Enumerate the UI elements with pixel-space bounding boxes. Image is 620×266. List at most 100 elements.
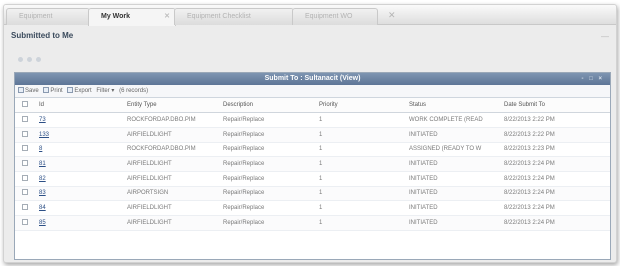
- cell-date: 8/22/2013 2:22 PM: [502, 127, 610, 143]
- cell-description: Repair/Replace: [221, 186, 317, 202]
- record-id-link[interactable]: 83: [39, 190, 46, 196]
- cell-id[interactable]: 83: [37, 186, 125, 202]
- record-count: (6 records): [119, 88, 149, 94]
- record-id-link[interactable]: 133: [39, 132, 49, 138]
- table-row[interactable]: 81 AIRFIELDLIGHT Repair/Replace 1 INITIATED 8…: [15, 156, 610, 172]
- header-row: Id Entity Type Description Priority Stat…: [15, 98, 610, 114]
- cell-entity-type: AIRFIELDLIGHT: [125, 200, 221, 216]
- cell-status: INITIATED: [407, 171, 502, 187]
- tab-equipment-wo[interactable]: Equipment WO: [292, 8, 378, 25]
- row-checkbox[interactable]: [15, 171, 37, 187]
- record-id-link[interactable]: 85: [39, 220, 46, 226]
- cell-date: 8/22/2013 2:24 PM: [502, 200, 610, 216]
- grid-toolbar: Save Print Export Filter ▾ (6 records): [15, 85, 610, 98]
- tab-label: Equipment WO: [305, 13, 353, 20]
- tab-equipment[interactable]: Equipment: [6, 8, 90, 25]
- row-checkbox[interactable]: [15, 127, 37, 143]
- cell-description: Repair/Replace: [221, 142, 317, 158]
- refresh-icon[interactable]: [18, 57, 23, 62]
- cell-priority: 1: [317, 156, 407, 172]
- save-label: Save: [25, 88, 39, 94]
- table-row[interactable]: 85 AIRFIELDLIGHT Repair/Replace 1 INITIATED 8…: [15, 215, 610, 231]
- cell-date: 8/22/2013 2:24 PM: [502, 186, 610, 202]
- submitted-grid: Submit To : Sultanacit (View) - □ × Save…: [14, 72, 611, 260]
- cell-status: INITIATED: [407, 215, 502, 231]
- save-button[interactable]: Save: [18, 87, 39, 94]
- cell-description: Repair/Replace: [221, 112, 317, 128]
- row-checkbox[interactable]: [15, 112, 37, 128]
- checkbox-icon[interactable]: [22, 189, 28, 196]
- cell-description: Repair/Replace: [221, 127, 317, 143]
- cell-priority: 1: [317, 112, 407, 128]
- tab-label: My Work: [101, 13, 131, 20]
- cell-date: 8/22/2013 2:24 PM: [502, 156, 610, 172]
- column-header-entity-type[interactable]: Entity Type: [125, 98, 221, 114]
- tab-equipment-checklist[interactable]: Equipment Checklist: [174, 8, 294, 25]
- cell-status: INITIATED: [407, 156, 502, 172]
- cell-entity-type: AIRPORTSIGN: [125, 186, 221, 202]
- row-checkbox[interactable]: [15, 200, 37, 216]
- close-icon[interactable]: ✕: [164, 9, 170, 25]
- export-icon: [67, 87, 74, 93]
- cell-status: INITIATED: [407, 127, 502, 143]
- cell-id[interactable]: 84: [37, 200, 125, 216]
- row-checkbox[interactable]: [15, 142, 37, 158]
- record-id-link[interactable]: 82: [39, 176, 46, 182]
- cell-id[interactable]: 133: [37, 127, 125, 143]
- cell-id[interactable]: 82: [37, 171, 125, 187]
- cell-id[interactable]: 8: [37, 142, 125, 158]
- cell-priority: 1: [317, 200, 407, 216]
- table-row[interactable]: 83 AIRPORTSIGN Repair/Replace 1 INITIATED 8/2…: [15, 186, 610, 202]
- add-tab-icon[interactable]: ✕: [388, 10, 396, 20]
- column-header-description[interactable]: Description: [221, 98, 317, 114]
- window-controls[interactable]: - □ ×: [582, 73, 604, 85]
- checkbox-icon[interactable]: [22, 204, 28, 211]
- filter-dropdown[interactable]: Filter ▾: [96, 88, 114, 94]
- cell-id[interactable]: 81: [37, 156, 125, 172]
- grid-title-bar: Submit To : Sultanacit (View) - □ ×: [15, 73, 610, 85]
- cell-id[interactable]: 85: [37, 215, 125, 231]
- settings-icon[interactable]: [27, 57, 32, 62]
- checkbox-icon[interactable]: [22, 174, 28, 181]
- mini-toolbar: [18, 57, 45, 65]
- table-row[interactable]: 84 AIRFIELDLIGHT Repair/Replace 1 INITIATED 8…: [15, 200, 610, 216]
- table-row[interactable]: 8 ROCKFORDAP.DBO.PIM Repair/Replace 1 ASSIGN…: [15, 142, 610, 158]
- grid-title: Submit To : Sultanacit (View): [264, 75, 361, 82]
- checkbox-icon: [18, 87, 24, 93]
- table-row[interactable]: 82 AIRFIELDLIGHT Repair/Replace 1 INITIATED 8…: [15, 171, 610, 187]
- tab-my-work[interactable]: My Work ✕: [88, 8, 176, 26]
- tab-label: Equipment: [19, 13, 53, 20]
- checkbox-icon[interactable]: [22, 130, 28, 137]
- cell-entity-type: AIRFIELDLIGHT: [125, 127, 221, 143]
- cell-priority: 1: [317, 215, 407, 231]
- column-header-id[interactable]: Id: [37, 98, 125, 114]
- collapse-icon[interactable]: —: [601, 32, 609, 41]
- cell-date: 8/22/2013 2:24 PM: [502, 215, 610, 231]
- checkbox-icon[interactable]: [22, 116, 28, 123]
- cell-entity-type: ROCKFORDAP.DBO.PIM: [125, 142, 221, 158]
- data-table: Id Entity Type Description Priority Stat…: [15, 98, 610, 231]
- table-row[interactable]: 133 AIRFIELDLIGHT Repair/Replace 1 INITIATED…: [15, 127, 610, 143]
- cell-id[interactable]: 73: [37, 112, 125, 128]
- record-id-link[interactable]: 84: [39, 205, 46, 211]
- record-id-link[interactable]: 8: [39, 146, 42, 152]
- cell-status: INITIATED: [407, 200, 502, 216]
- tab-label: Equipment Checklist: [187, 13, 251, 20]
- row-checkbox[interactable]: [15, 156, 37, 172]
- column-header-date[interactable]: Date Submit To: [502, 98, 610, 114]
- table-row[interactable]: 73 ROCKFORDAP.DBO.PIM Repair/Replace 1 WORK …: [15, 112, 610, 128]
- print-button[interactable]: Print: [43, 87, 63, 94]
- checkbox-icon[interactable]: [22, 160, 28, 167]
- record-id-link[interactable]: 73: [39, 117, 46, 123]
- column-header-priority[interactable]: Priority: [317, 98, 407, 114]
- column-header-status[interactable]: Status: [407, 98, 502, 114]
- row-checkbox[interactable]: [15, 186, 37, 202]
- export-label: Export: [74, 88, 92, 94]
- select-all-checkbox[interactable]: [15, 98, 37, 114]
- checkbox-icon[interactable]: [22, 218, 28, 225]
- checkbox-icon[interactable]: [22, 145, 28, 152]
- filter-icon[interactable]: [36, 57, 41, 62]
- export-button[interactable]: Export: [67, 87, 92, 94]
- row-checkbox[interactable]: [15, 215, 37, 231]
- record-id-link[interactable]: 81: [39, 161, 46, 167]
